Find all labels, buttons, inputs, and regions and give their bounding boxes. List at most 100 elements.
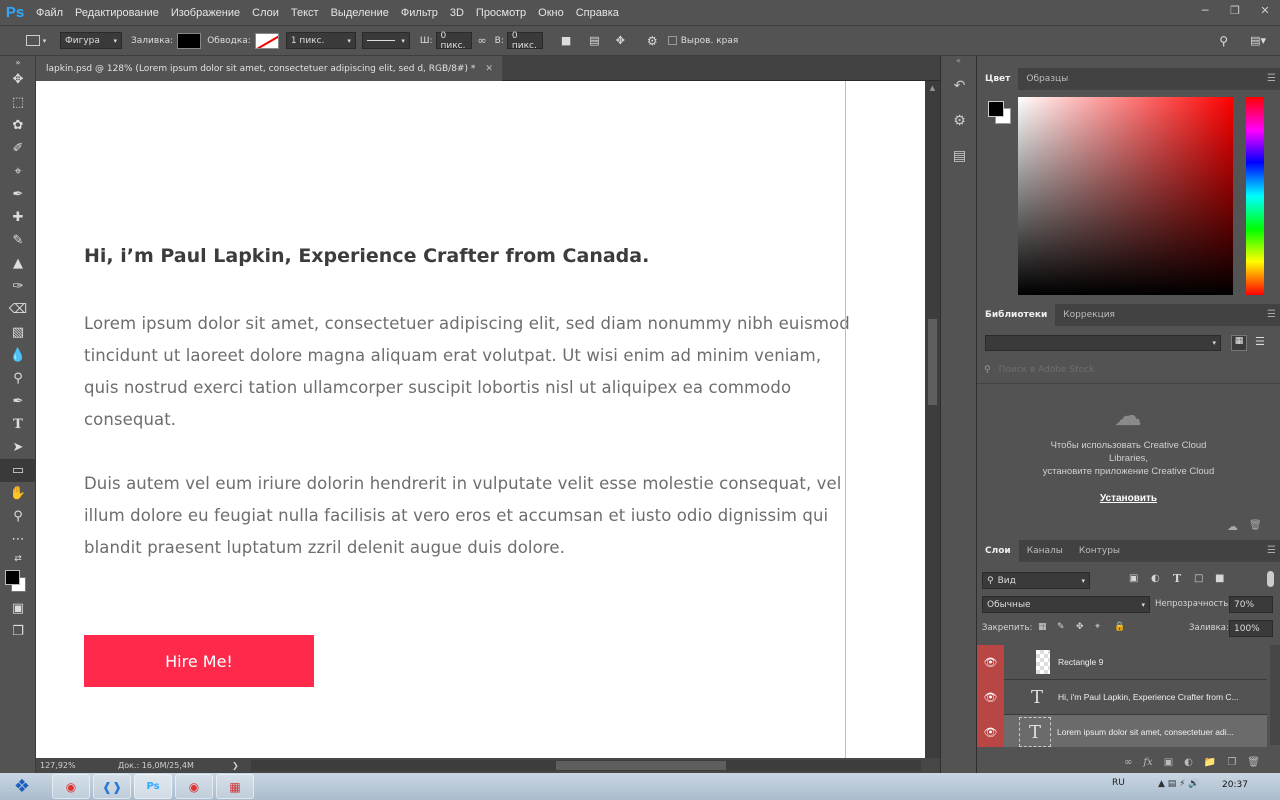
blend-mode-select[interactable]: Обычные ▾ (982, 596, 1150, 613)
path-select-tool-icon[interactable]: ➤ (0, 436, 36, 459)
hire-me-button[interactable]: Hire Me! (84, 635, 314, 687)
tab-adjustments[interactable]: Коррекция (1055, 304, 1123, 326)
menu-edit[interactable]: Редактирование (69, 7, 165, 19)
history-panel-icon[interactable]: ↶ (941, 68, 978, 103)
menu-filter[interactable]: Фильтр (395, 7, 444, 19)
chrome-taskbar-icon[interactable]: ◉ (52, 774, 90, 799)
menu-view[interactable]: Просмотр (470, 7, 532, 19)
search-icon[interactable]: ⚲ (1219, 34, 1228, 48)
vertical-scroll-thumb[interactable] (928, 319, 937, 405)
chrome-taskbar-icon[interactable]: ◉ (175, 774, 213, 799)
layer-row[interactable]: 👁 T Hi, i'm Paul Lapkin, Experience Craf… (977, 679, 1267, 715)
menu-3d[interactable]: 3D (444, 7, 470, 19)
color-field[interactable] (1018, 97, 1233, 295)
filter-pixel-icon[interactable]: ▣ (1129, 573, 1138, 584)
vertical-scrollbar[interactable]: ▲ (925, 81, 940, 758)
zoom-level[interactable]: 127,92% (40, 761, 88, 770)
more-tools-icon[interactable]: ⋯ (0, 528, 36, 551)
align-edges-checkbox[interactable] (667, 36, 677, 45)
panel-menu-icon[interactable]: ☰ (1267, 545, 1276, 556)
lock-transparency-icon[interactable]: ▦ (1038, 622, 1047, 632)
layer-filter-select[interactable]: ⚲ Вид ▾ (982, 572, 1090, 589)
group-folder-icon[interactable]: 📁 (1204, 757, 1216, 768)
foreground-color-swatch[interactable] (988, 101, 1004, 117)
install-link[interactable]: Установить (977, 493, 1280, 504)
quick-mask-icon[interactable]: ▣ (0, 597, 36, 620)
move-tool-icon[interactable]: ✥ (0, 68, 36, 91)
tab-channels[interactable]: Каналы (1019, 540, 1071, 562)
add-mask-icon[interactable]: ▣ (1164, 757, 1173, 768)
tab-layers[interactable]: Слои (977, 540, 1019, 562)
tab-swatches[interactable]: Образцы (1018, 68, 1076, 90)
list-view-icon[interactable]: ☰ (1255, 335, 1265, 348)
link-icon[interactable]: ∞ (478, 34, 487, 47)
swap-colors-icon[interactable]: ⇄ (0, 551, 36, 567)
lock-artboard-icon[interactable]: ⌖ (1095, 622, 1100, 632)
gradient-tool-icon[interactable]: ▧ (0, 321, 36, 344)
width-field[interactable]: 0 пикс. (435, 31, 472, 51)
eraser-tool-icon[interactable]: ⌫ (0, 298, 36, 321)
type-tool-icon[interactable]: T (0, 413, 36, 436)
eye-icon[interactable]: 👁 (977, 679, 1004, 715)
hand-tool-icon[interactable]: ✋ (0, 482, 36, 505)
link-layers-icon[interactable]: ∞ (1124, 757, 1132, 768)
path-arrangement-icon[interactable]: ✥ (616, 34, 625, 47)
menu-window[interactable]: Окно (532, 7, 570, 19)
healing-brush-tool-icon[interactable]: ✚ (0, 206, 36, 229)
guide-line[interactable] (845, 81, 846, 758)
properties-panel-icon[interactable]: ⚙ (941, 103, 978, 138)
eye-icon[interactable]: 👁 (977, 644, 1004, 680)
scroll-up-icon[interactable]: ▲ (925, 84, 940, 92)
panel-menu-icon[interactable]: ☰ (1267, 73, 1276, 84)
lock-pixels-icon[interactable]: ✎ (1057, 622, 1065, 632)
start-button-icon[interactable]: ❖ (0, 773, 44, 800)
tab-paths[interactable]: Контуры (1071, 540, 1128, 562)
pen-tool-icon[interactable]: ✒ (0, 390, 36, 413)
dodge-tool-icon[interactable]: ⚲ (0, 367, 36, 390)
trash-icon[interactable]: 🗑 (1249, 520, 1262, 531)
lasso-tool-icon[interactable]: ✿ (0, 114, 36, 137)
height-field[interactable]: 0 пикс. (506, 31, 543, 51)
status-menu-arrow-icon[interactable]: ❯ (232, 761, 239, 770)
canvas-area[interactable]: Hi, i’m Paul Lapkin, Experience Crafter … (36, 81, 925, 758)
brush-tool-icon[interactable]: ✎ (0, 229, 36, 252)
stroke-type-select[interactable]: ▾ (361, 32, 410, 49)
stock-search-field[interactable]: ⚲ Поиск в Adobe Stock (981, 361, 1273, 378)
close-tab-icon[interactable]: ✕ (485, 64, 493, 74)
crop-tool-icon[interactable]: ⌖ (0, 160, 36, 183)
artboard[interactable]: Hi, i’m Paul Lapkin, Experience Crafter … (36, 81, 925, 758)
horizontal-scrollbar[interactable] (251, 760, 921, 771)
lock-all-icon[interactable]: 🔒 (1114, 622, 1125, 632)
path-alignment-icon[interactable]: ▤ (589, 34, 599, 47)
language-indicator[interactable]: RU (1112, 778, 1125, 788)
screen-mode-icon[interactable]: ❐ (0, 620, 36, 643)
actions-panel-icon[interactable]: ▤ (941, 138, 978, 173)
fx-icon[interactable]: fx (1143, 757, 1152, 768)
filter-type-icon[interactable]: T (1173, 572, 1181, 585)
paragraph-2[interactable]: Duis autem vel eum iriure dolorin hendre… (84, 468, 854, 564)
menu-select[interactable]: Выделение (325, 7, 395, 19)
layers-scrollbar[interactable] (1270, 645, 1280, 745)
rectangle-tool-icon[interactable]: ▭ (0, 459, 36, 482)
tray-icons[interactable]: ▲ ▤ ⚡ 🔊 (1158, 779, 1200, 789)
adjustment-layer-icon[interactable]: ◐ (1184, 757, 1193, 768)
menu-image[interactable]: Изображение (165, 7, 246, 19)
path-operations-icon[interactable]: ■ (561, 34, 571, 47)
filter-smart-object-icon[interactable]: ■ (1215, 573, 1224, 584)
eyedropper-tool-icon[interactable]: ✒ (0, 183, 36, 206)
grid-view-icon[interactable]: ▦ (1231, 335, 1247, 351)
gear-icon[interactable]: ⚙ (647, 34, 658, 48)
paragraph-1[interactable]: Lorem ipsum dolor sit amet, consectetuer… (84, 308, 854, 436)
document-tab[interactable]: lapkin.psd @ 128% (Lorem ipsum dolor sit… (36, 56, 502, 81)
history-brush-tool-icon[interactable]: ✑ (0, 275, 36, 298)
workspace-icon[interactable]: ▤▾ (1250, 34, 1266, 47)
zoom-tool-icon[interactable]: ⚲ (0, 505, 36, 528)
new-layer-icon[interactable]: ❐ (1227, 757, 1236, 768)
panel-menu-icon[interactable]: ☰ (1267, 309, 1276, 320)
stamp-tool-icon[interactable]: ▲ (0, 252, 36, 275)
fill-swatch[interactable] (177, 32, 202, 49)
layer-row[interactable]: 👁 T Lorem ipsum dolor sit amet, consecte… (977, 714, 1267, 747)
filter-adjustment-icon[interactable]: ◐ (1151, 573, 1160, 584)
eye-icon[interactable]: 👁 (977, 714, 1004, 747)
color-swatches[interactable] (0, 567, 36, 597)
